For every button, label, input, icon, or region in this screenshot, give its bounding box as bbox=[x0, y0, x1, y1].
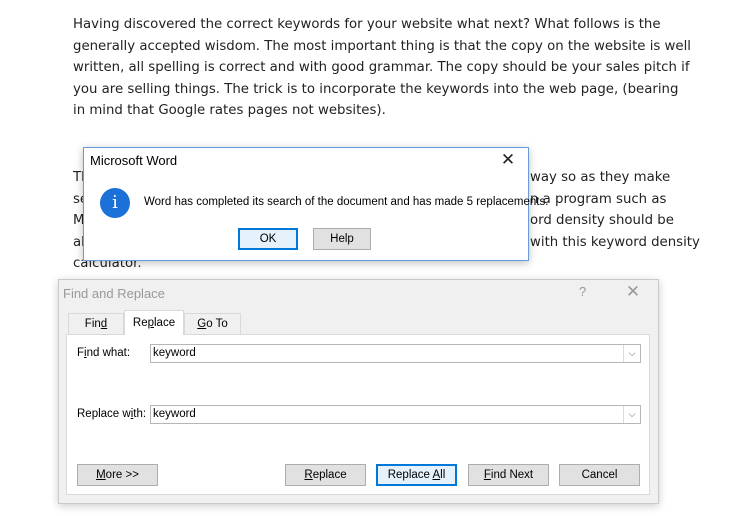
paragraph-1: Having discovered the correct keywords f… bbox=[73, 17, 691, 119]
chevron-down-icon[interactable]: ⌵ bbox=[623, 406, 640, 423]
message-box-title: Microsoft Word bbox=[90, 153, 178, 168]
tab-go-to[interactable]: Go To bbox=[184, 313, 241, 334]
replace-all-button[interactable]: Replace All bbox=[376, 464, 457, 486]
find-replace-dialog: Find and Replace ? ✕ Find Replace Go To … bbox=[58, 279, 659, 504]
cancel-button[interactable]: Cancel bbox=[559, 464, 640, 486]
find-what-value: keyword bbox=[153, 347, 196, 359]
tab-find[interactable]: Find bbox=[68, 313, 124, 334]
dialog-title: Find and Replace bbox=[63, 286, 165, 301]
replace-with-input[interactable]: keyword ⌵ bbox=[150, 405, 641, 424]
replace-with-value: keyword bbox=[153, 408, 196, 420]
replace-with-label: Replace with: bbox=[77, 408, 147, 420]
document-body: Having discovered the correct keywords f… bbox=[73, 14, 700, 271]
ok-button[interactable]: OK bbox=[238, 228, 298, 250]
info-icon: i bbox=[100, 188, 130, 218]
find-next-button[interactable]: Find Next bbox=[468, 464, 549, 486]
replace-button[interactable]: Replace bbox=[285, 464, 366, 486]
find-what-input[interactable]: keyword ⌵ bbox=[150, 344, 641, 363]
more-button[interactable]: More >> bbox=[77, 464, 158, 486]
find-what-label: Find what: bbox=[77, 347, 131, 359]
close-icon[interactable]: ✕ bbox=[622, 281, 644, 303]
help-icon[interactable]: ? bbox=[579, 284, 586, 299]
replace-panel: Find what: keyword ⌵ Replace with: keywo… bbox=[66, 334, 650, 495]
tab-replace[interactable]: Replace bbox=[124, 310, 184, 335]
word-message-box: Microsoft Word ✕ i Word has completed it… bbox=[83, 147, 548, 261]
message-text: Word has completed its search of the doc… bbox=[144, 196, 549, 208]
chevron-down-icon[interactable]: ⌵ bbox=[623, 345, 640, 362]
help-button[interactable]: Help bbox=[313, 228, 371, 250]
close-icon[interactable]: ✕ bbox=[496, 149, 520, 171]
